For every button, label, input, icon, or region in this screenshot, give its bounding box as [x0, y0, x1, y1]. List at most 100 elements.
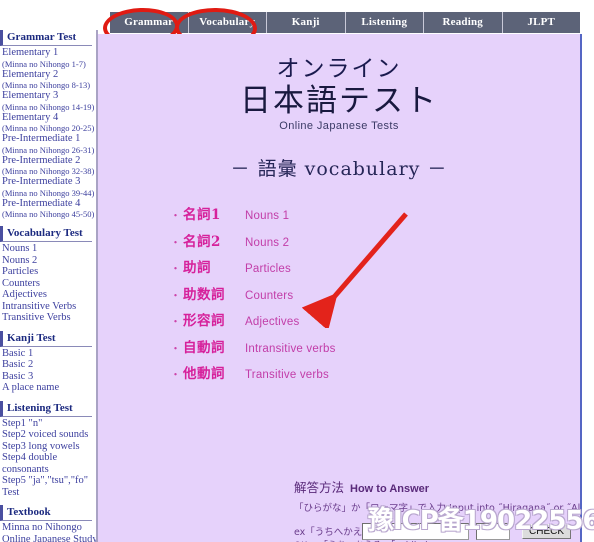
sidebar: Grammar Test Elementary 1 (Minna no Niho… [0, 30, 98, 542]
sidebar-item-basic-3[interactable]: Basic 3 [0, 371, 96, 383]
sidebar-item-sublabel: (Minna no Nihongo 8-13) [2, 80, 91, 90]
sidebar-item-elementary-3[interactable]: Elementary 3 (Minna no Nihongo 14-19) [0, 90, 96, 112]
vocab-link-intransitive-verbs[interactable]: ・ 自動詞 Intransitive verbs [170, 336, 580, 356]
sidebar-item-online-japanese-study[interactable]: Online Japanese Study [0, 534, 96, 542]
sidebar-item-pre-intermediate-3[interactable]: Pre-Intermediate 3 (Minna no Nihongo 39-… [0, 176, 96, 198]
vocab-link-particles[interactable]: ・ 助詞 Particles [170, 256, 580, 276]
how-to-answer-heading-en: How to Answer [350, 483, 430, 495]
vocab-link-jp: 助数詞 [183, 286, 225, 303]
sidebar-item-adjectives[interactable]: Adjectives [0, 289, 96, 301]
page-title-en: Online Japanese Tests [279, 120, 399, 132]
answer-input-row: ex「うちへかえる」 CHECK [294, 522, 580, 540]
vocab-link-nouns-1[interactable]: ・ 名詞1 Nouns 1 [170, 203, 580, 223]
vocab-link-en: Counters [245, 289, 294, 302]
sidebar-item-intransitive-verbs[interactable]: Intransitive Verbs [0, 301, 96, 313]
sidebar-item-basic-2[interactable]: Basic 2 [0, 359, 96, 371]
vocab-link-jp: 助詞 [183, 260, 211, 276]
vocab-link-en: Particles [245, 263, 291, 275]
sidebar-item-sublabel: (Minna no Nihongo 32-38) [2, 166, 95, 176]
sidebar-item-label: Pre-Intermediate 1 [2, 133, 81, 144]
sidebar-item-test[interactable]: Test [0, 487, 96, 499]
sidebar-item-label: Elementary 4 [2, 111, 59, 123]
vocab-link-adjectives[interactable]: ・ 形容詞 Adjectives [170, 309, 580, 329]
tab-jlpt[interactable]: JLPT [502, 12, 580, 33]
sidebar-item-sublabel: (Minna no Nihongo 20-25) [2, 123, 95, 133]
vocab-link-jp: 名詞1 [183, 207, 221, 223]
vocab-link-en: Nouns 2 [245, 236, 290, 249]
bullet-icon: ・ [170, 263, 181, 275]
page-title-block: オンライン 日本語テスト Online Japanese Tests － 語彙 … [98, 34, 580, 181]
how-to-answer-instruction: 「ひらがな」か「ローマ字」で入力 Input into ˝Hiragana˝ o… [294, 503, 581, 514]
sidebar-item-label: Elementary 2 [2, 68, 59, 80]
how-to-answer-section: 解答方法 How to Answer 「ひらがな」か「ローマ字」で入力 Input… [294, 477, 581, 542]
tab-vocabulary[interactable]: Vocabulary [188, 12, 267, 33]
sidebar-heading-grammar-test: Grammar Test [0, 30, 92, 46]
main-content-panel: オンライン 日本語テスト Online Japanese Tests － 語彙 … [98, 34, 582, 542]
bullet-icon: ・ [170, 289, 181, 302]
sidebar-heading-textbook: Textbook [0, 505, 92, 521]
vocab-link-en: Transitive verbs [245, 369, 329, 381]
bullet-icon: ・ [170, 236, 181, 249]
sidebar-item-elementary-4[interactable]: Elementary 4 (Minna no Nihongo 20-25) [0, 112, 96, 134]
sidebar-item-label: Elementary 3 [2, 90, 59, 101]
sidebar-item-label: Elementary 1 [2, 47, 59, 58]
sidebar-item-pre-intermediate-1[interactable]: Pre-Intermediate 1 (Minna no Nihongo 26-… [0, 133, 96, 155]
how-to-answer-heading: 解答方法 How to Answer [294, 477, 580, 496]
sidebar-item-label: Pre-Intermediate 3 [2, 176, 81, 187]
how-to-answer-heading-jp: 解答方法 [294, 480, 345, 495]
vocab-link-en: Adjectives [245, 316, 300, 328]
bullet-icon: ・ [170, 342, 181, 355]
vocabulary-link-list: ・ 名詞1 Nouns 1 ・ 名詞2 Nouns 2 ・ 助詞 Particl… [170, 203, 580, 382]
sidebar-item-step3[interactable]: Step3 long vowels [0, 441, 96, 453]
sidebar-item-sublabel: (Minna no Nihongo 26-31) [2, 144, 95, 155]
vocab-link-jp: 自動詞 [183, 339, 225, 356]
answer-input-secondary[interactable] [476, 522, 510, 540]
main-tab-bar: Grammar Vocabulary Kanji Listening Readi… [110, 12, 580, 33]
tab-grammar[interactable]: Grammar [110, 12, 189, 33]
vocab-link-counters[interactable]: ・ 助数詞 Counters [170, 283, 580, 303]
sidebar-item-sublabel: (Minna no Nihongo 45-50) [2, 209, 95, 219]
tab-kanji[interactable]: Kanji [267, 12, 346, 33]
sidebar-item-nouns-1[interactable]: Nouns 1 [0, 243, 96, 255]
sidebar-item-label: Pre-Intermediate 4 [2, 197, 81, 209]
tab-listening[interactable]: Listening [345, 12, 424, 33]
sidebar-item-sublabel: (Minna no Nihongo 14-19) [2, 101, 95, 112]
sidebar-item-minna-no-nihongo[interactable]: Minna no Nihongo [0, 522, 96, 534]
sidebar-item-a-place-name[interactable]: A place name [0, 382, 96, 394]
sidebar-item-pre-intermediate-2[interactable]: Pre-Intermediate 2 (Minna no Nihongo 32-… [0, 155, 96, 177]
sidebar-item-basic-1[interactable]: Basic 1 [0, 348, 96, 360]
vocab-link-en: Intransitive verbs [245, 342, 336, 355]
bullet-icon: ・ [170, 210, 181, 222]
page-title-jp-line1: オンライン [276, 56, 402, 82]
sidebar-item-step5[interactable]: Step5 "ja","tsu","fo" [0, 475, 96, 487]
tab-reading[interactable]: Reading [424, 12, 503, 33]
page-title-jp-line2: 日本語テスト [240, 83, 438, 119]
sidebar-item-step1[interactable]: Step1 "n" [0, 418, 96, 430]
sidebar-item-nouns-2[interactable]: Nouns 2 [0, 255, 96, 267]
example-label: ex「うちへかえる」 [294, 527, 382, 538]
sidebar-item-step4[interactable]: Step4 double consonants [0, 452, 96, 475]
bullet-icon: ・ [170, 316, 181, 328]
vocab-link-nouns-2[interactable]: ・ 名詞2 Nouns 2 [170, 230, 580, 250]
sidebar-item-elementary-1[interactable]: Elementary 1 (Minna no Nihongo 1-7) [0, 47, 96, 69]
vocab-link-jp: 形容詞 [183, 313, 225, 329]
sidebar-item-particles[interactable]: Particles [0, 266, 96, 278]
sidebar-item-label: Pre-Intermediate 2 [2, 154, 81, 166]
sidebar-item-elementary-2[interactable]: Elementary 2 (Minna no Nihongo 8-13) [0, 69, 96, 91]
vocab-link-en: Nouns 1 [245, 210, 290, 222]
vocab-link-transitive-verbs[interactable]: ・ 他動詞 Transitive verbs [170, 362, 580, 382]
sidebar-item-transitive-verbs[interactable]: Transitive Verbs [0, 312, 96, 324]
answer-input-main[interactable] [362, 522, 469, 540]
sidebar-heading-kanji-test: Kanji Test [0, 330, 92, 347]
check-button[interactable]: CHECK [522, 523, 572, 539]
sidebar-item-sublabel: (Minna no Nihongo 1-7) [2, 58, 86, 69]
sidebar-item-counters[interactable]: Counters [0, 278, 96, 290]
sidebar-item-step2[interactable]: Step2 voiced sounds [0, 429, 96, 441]
vocab-link-jp: 名詞2 [183, 233, 221, 250]
sidebar-heading-listening-test: Listening Test [0, 400, 92, 417]
section-title: － 語彙 vocabulary － [230, 158, 448, 180]
sidebar-item-sublabel: (Minna no Nihongo 39-44) [2, 187, 95, 198]
sidebar-item-pre-intermediate-4[interactable]: Pre-Intermediate 4 (Minna no Nihongo 45-… [0, 198, 96, 220]
sidebar-heading-vocabulary-test: Vocabulary Test [0, 226, 92, 242]
vocab-link-jp: 他動詞 [183, 366, 225, 382]
